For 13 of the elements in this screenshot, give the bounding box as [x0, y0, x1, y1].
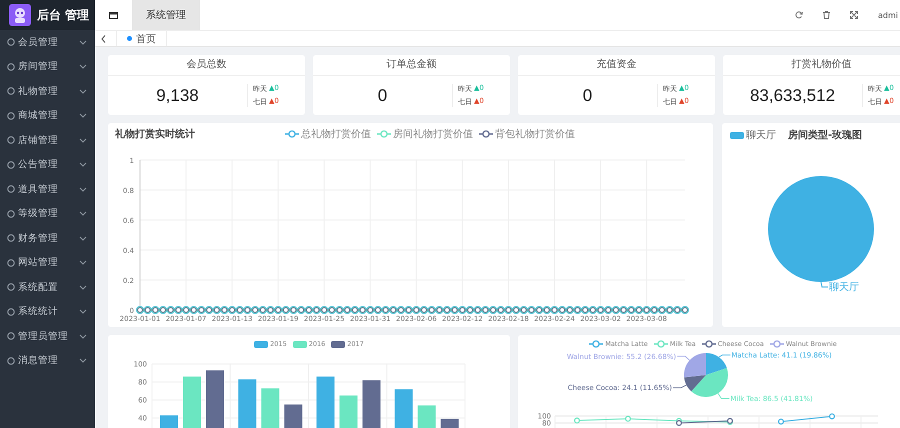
stat-title: 订单总金额	[313, 55, 510, 76]
chart-title: 房间类型-玫瑰图	[788, 128, 862, 142]
stat-title: 打赏礼物价值	[723, 55, 900, 76]
stat-value: 83,633,512	[748, 86, 836, 106]
stat-title: 充值资金	[518, 55, 715, 76]
app-title: 后台 管理	[37, 6, 90, 24]
stat-value: 0	[582, 86, 594, 106]
slice-label: 聊天厅	[829, 282, 859, 293]
stat-value: 9,138	[155, 86, 200, 106]
stat-value: 0	[376, 86, 388, 106]
stat-title: 会员总数	[108, 55, 305, 76]
chart-title: 礼物打赏实时统计	[115, 127, 195, 141]
breadcrumb-label: 首页	[136, 32, 156, 46]
